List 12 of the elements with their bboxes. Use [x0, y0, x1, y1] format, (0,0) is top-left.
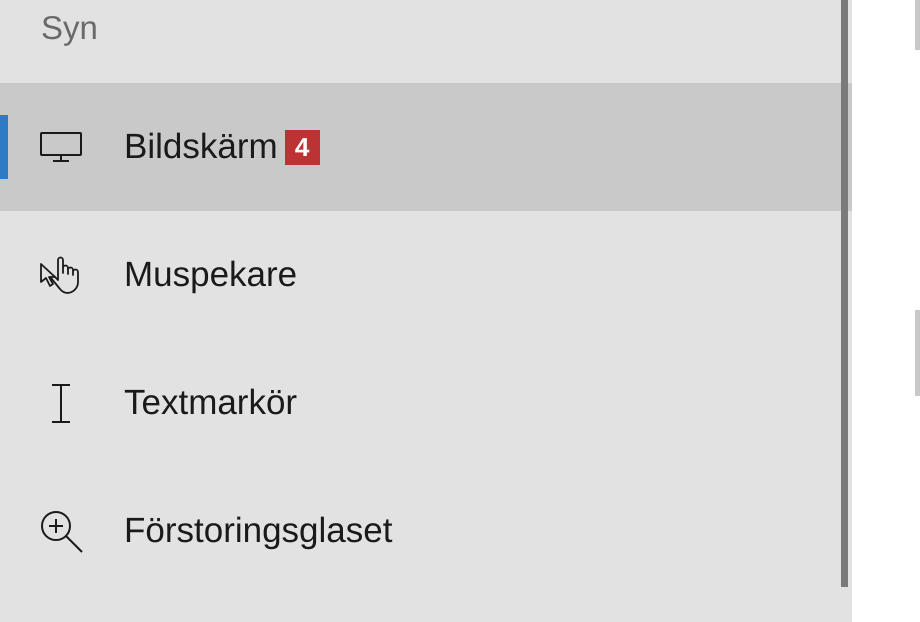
section-heading: Syn	[40, 8, 99, 48]
sidebar-item[interactable]: Bildskärm 4	[0, 83, 852, 211]
sidebar-item[interactable]: Förstoringsglaset	[0, 467, 852, 595]
text-cursor-icon	[51, 384, 71, 422]
step-badge: 4	[284, 130, 320, 164]
selection-indicator	[0, 115, 8, 179]
magnifier-plus-icon	[40, 510, 83, 552]
sidebar-item[interactable]: Textmarkör	[0, 339, 852, 467]
sidebar-item[interactable]: Muspekare	[0, 211, 852, 339]
monitor-icon	[40, 132, 82, 162]
field-edge	[915, 0, 920, 50]
scrollbar-thumb[interactable]	[841, 0, 848, 587]
